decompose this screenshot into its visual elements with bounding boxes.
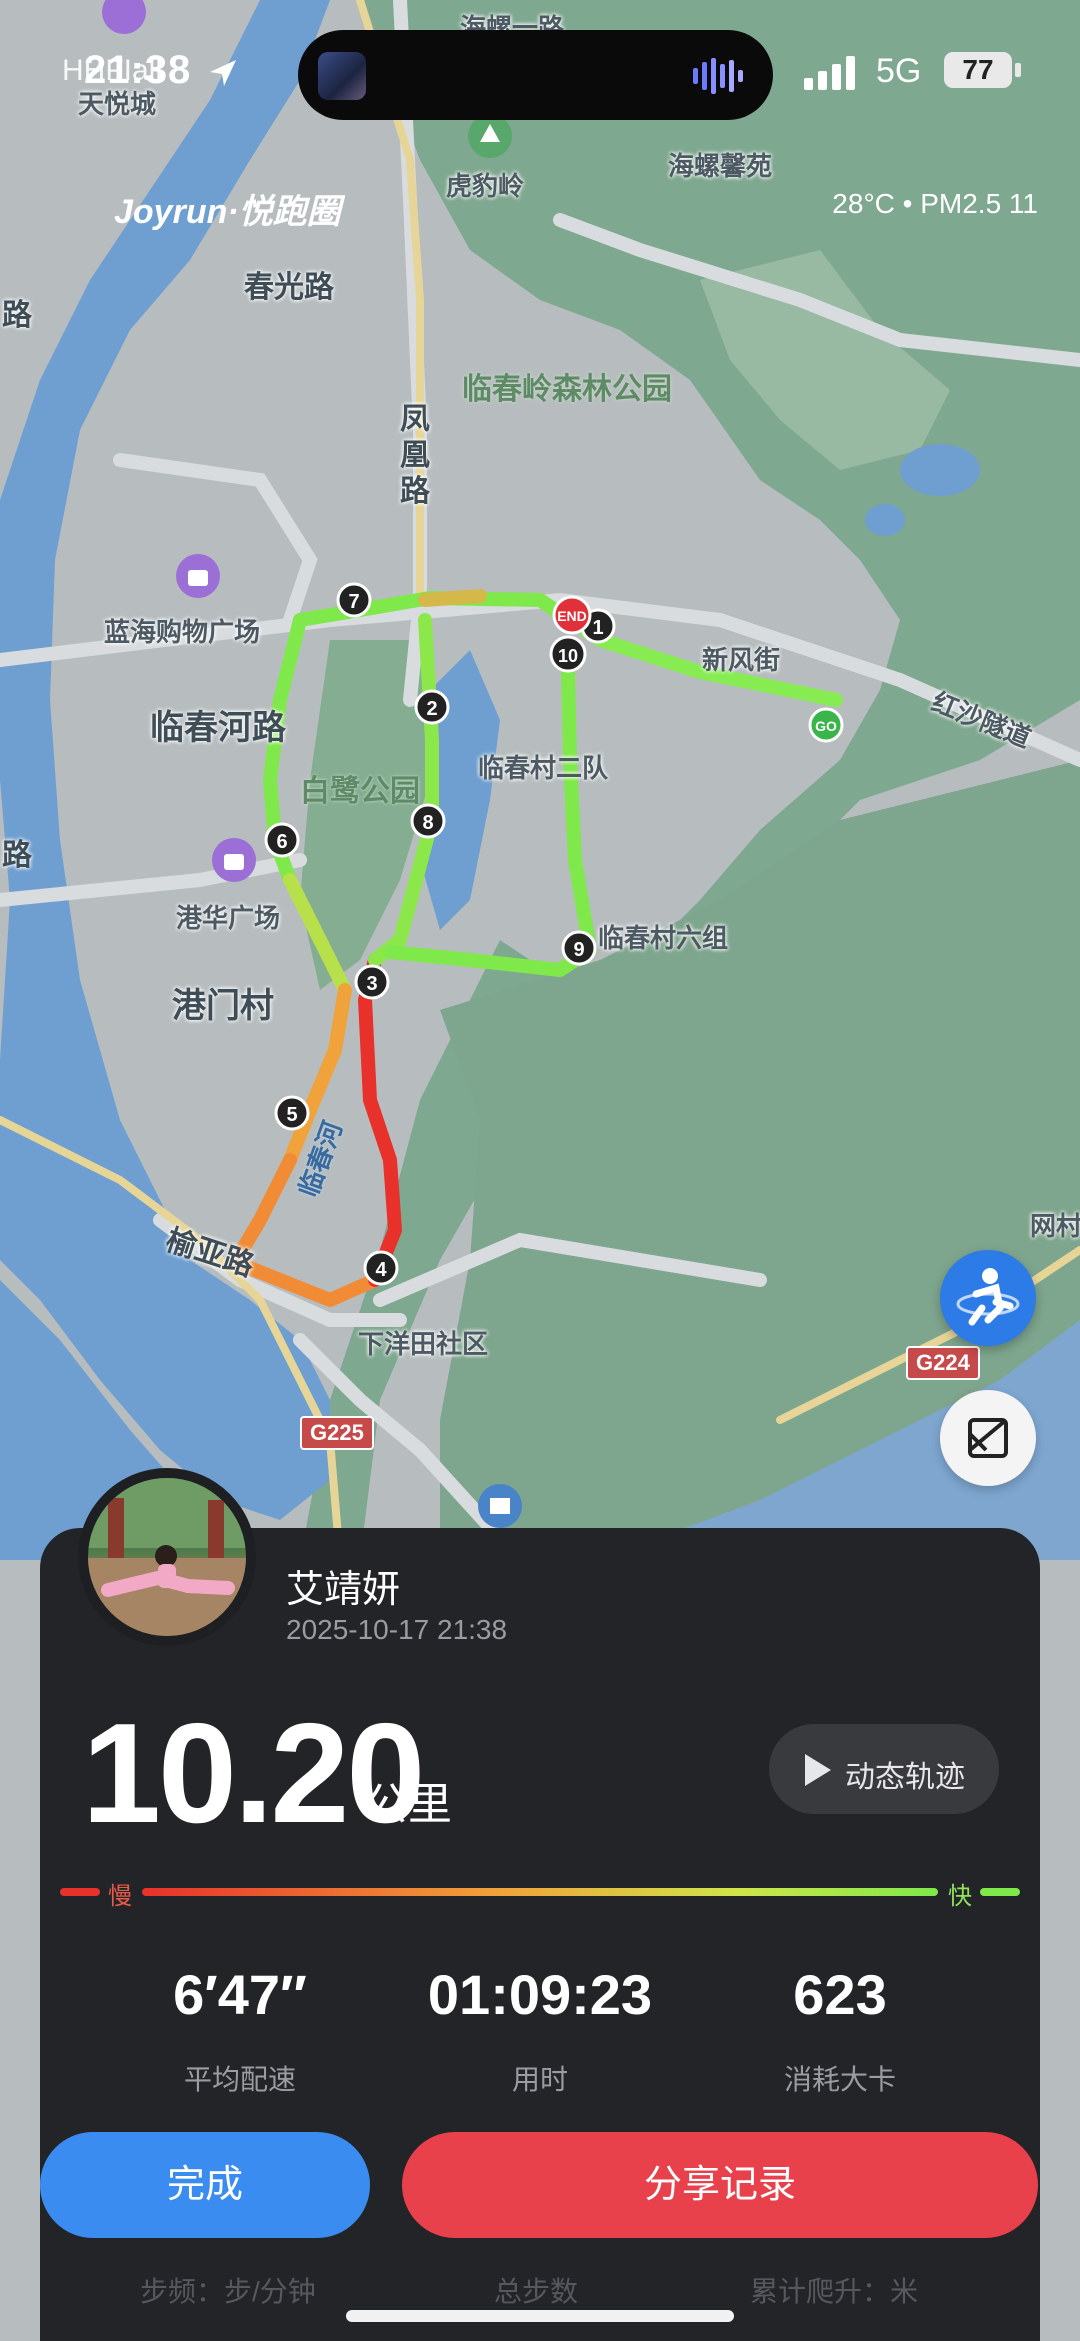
brand-logo: Joyrun·悦跑圈 — [114, 193, 341, 231]
map-label-gangmen-village: 港门村 — [172, 987, 274, 1025]
avg-pace-label: 平均配速 — [183, 2064, 296, 2095]
audio-wave-icon — [693, 58, 743, 94]
map-label-hailuo-garden: 海螺馨苑 — [668, 151, 773, 181]
run-datetime: 2025-10-17 21:38 — [286, 1614, 508, 1645]
mall-icon-2 — [212, 838, 256, 882]
svg-text:9: 9 — [573, 939, 584, 961]
map-label-edge-road-2: 路 — [2, 839, 32, 872]
map-label-hubaoling: 虎豹岭 — [446, 171, 525, 201]
svg-text:4: 4 — [375, 1259, 387, 1281]
map-layer-button[interactable] — [940, 1390, 1036, 1486]
calories-label: 消耗大卡 — [783, 2064, 896, 2095]
avatar-photo — [88, 1478, 246, 1636]
dynamic-run-button[interactable] — [940, 1250, 1036, 1346]
bank-poi-icon — [478, 1484, 522, 1528]
status-bar: HHFIall 21:38 5G 77 — [0, 0, 1080, 150]
location-arrow-icon — [210, 60, 236, 86]
elevation-hint: 累计爬升：米 — [750, 2276, 919, 2307]
map-label-village-2: 临春村二队 — [478, 753, 609, 783]
split-marker-10: 10 — [549, 635, 587, 673]
map-layer-icon — [968, 1418, 1008, 1458]
cadence-hint: 步频：步/分钟 — [140, 2276, 316, 2307]
svg-text:5: 5 — [286, 1104, 297, 1126]
weather-info: 28°C • PM2.5 11 — [832, 188, 1038, 219]
network-type: 5G — [876, 52, 922, 90]
svg-text:10: 10 — [558, 646, 578, 666]
split-marker-2: 2 — [414, 689, 450, 725]
mall-icon-1 — [176, 554, 220, 598]
now-playing-thumbnail — [318, 52, 366, 100]
dynamic-track-button[interactable]: 动态轨迹 — [769, 1724, 999, 1814]
avatar[interactable] — [78, 1468, 256, 1646]
map-label-fenghuang-road: 凤凰路 — [400, 403, 430, 508]
play-icon — [805, 1754, 831, 1786]
svg-text:GO: GO — [815, 718, 837, 734]
share-record-button[interactable]: 分享记录 — [402, 2132, 1038, 2238]
pace-gradient-bar — [142, 1888, 938, 1896]
done-button[interactable]: 完成 — [40, 2132, 370, 2238]
map-label-linchunhe-road: 临春河路 — [150, 709, 286, 747]
signal-icon — [804, 56, 855, 90]
duration-label: 用时 — [511, 2064, 568, 2095]
avg-pace-value: 6′47′′ — [173, 1963, 307, 2026]
runner-icon — [956, 1268, 1020, 1326]
distance-unit: 公里 — [364, 1780, 452, 1829]
map-label-ganghua-plaza: 港华广场 — [176, 903, 281, 933]
battery-cap — [1015, 63, 1021, 77]
split-marker-9: 9 — [561, 930, 597, 966]
pace-fast-label: 快 — [948, 1883, 972, 1910]
map-label-wangcun: 网村 — [1030, 1211, 1080, 1241]
user-name: 艾靖妍 — [286, 1569, 401, 1611]
go-marker: GO — [808, 707, 844, 743]
svg-text:8: 8 — [422, 812, 433, 834]
map-label-bailu-park: 白鹭公园 — [300, 775, 420, 808]
split-marker-3: 3 — [354, 964, 390, 1000]
svg-text:1: 1 — [592, 617, 603, 639]
battery-level: 77 — [944, 52, 1012, 88]
highway-badge-g225: G225 — [300, 1416, 374, 1450]
map-label-xiayangtian: 下洋田社区 — [358, 1329, 489, 1359]
end-marker: END — [552, 595, 592, 635]
map-label-edge-road: 路 — [2, 299, 32, 332]
duration-value: 01:09:23 — [427, 1963, 653, 2026]
svg-text:2: 2 — [426, 698, 437, 720]
pace-slow-label: 慢 — [108, 1883, 132, 1910]
dynamic-island[interactable] — [298, 30, 773, 120]
svg-text:6: 6 — [276, 831, 287, 853]
total-steps-hint: 总步数 — [494, 2276, 579, 2307]
map-label-forest-park: 临春岭森林公园 — [462, 373, 672, 406]
highway-badge-g224: G224 — [906, 1346, 980, 1380]
split-marker-7: 7 — [336, 582, 372, 618]
dynamic-track-label: 动态轨迹 — [845, 1761, 965, 1794]
home-indicator[interactable] — [346, 2310, 734, 2322]
svg-text:3: 3 — [366, 973, 377, 995]
calories-value: 623 — [793, 1963, 887, 2026]
split-marker-5: 5 — [274, 1095, 310, 1131]
svg-text:END: END — [557, 608, 587, 624]
status-time: 21:38 — [84, 48, 192, 92]
svg-text:7: 7 — [348, 591, 359, 613]
map-label-xinfeng-street: 新风街 — [702, 645, 781, 675]
split-marker-4: 4 — [363, 1250, 399, 1286]
map-label-chunguang-road: 春光路 — [244, 271, 334, 304]
map-label-village-6: 临春村六组 — [598, 923, 729, 953]
split-marker-6: 6 — [264, 822, 300, 858]
map-label-lanhai-mall: 蓝海购物广场 — [104, 617, 261, 647]
